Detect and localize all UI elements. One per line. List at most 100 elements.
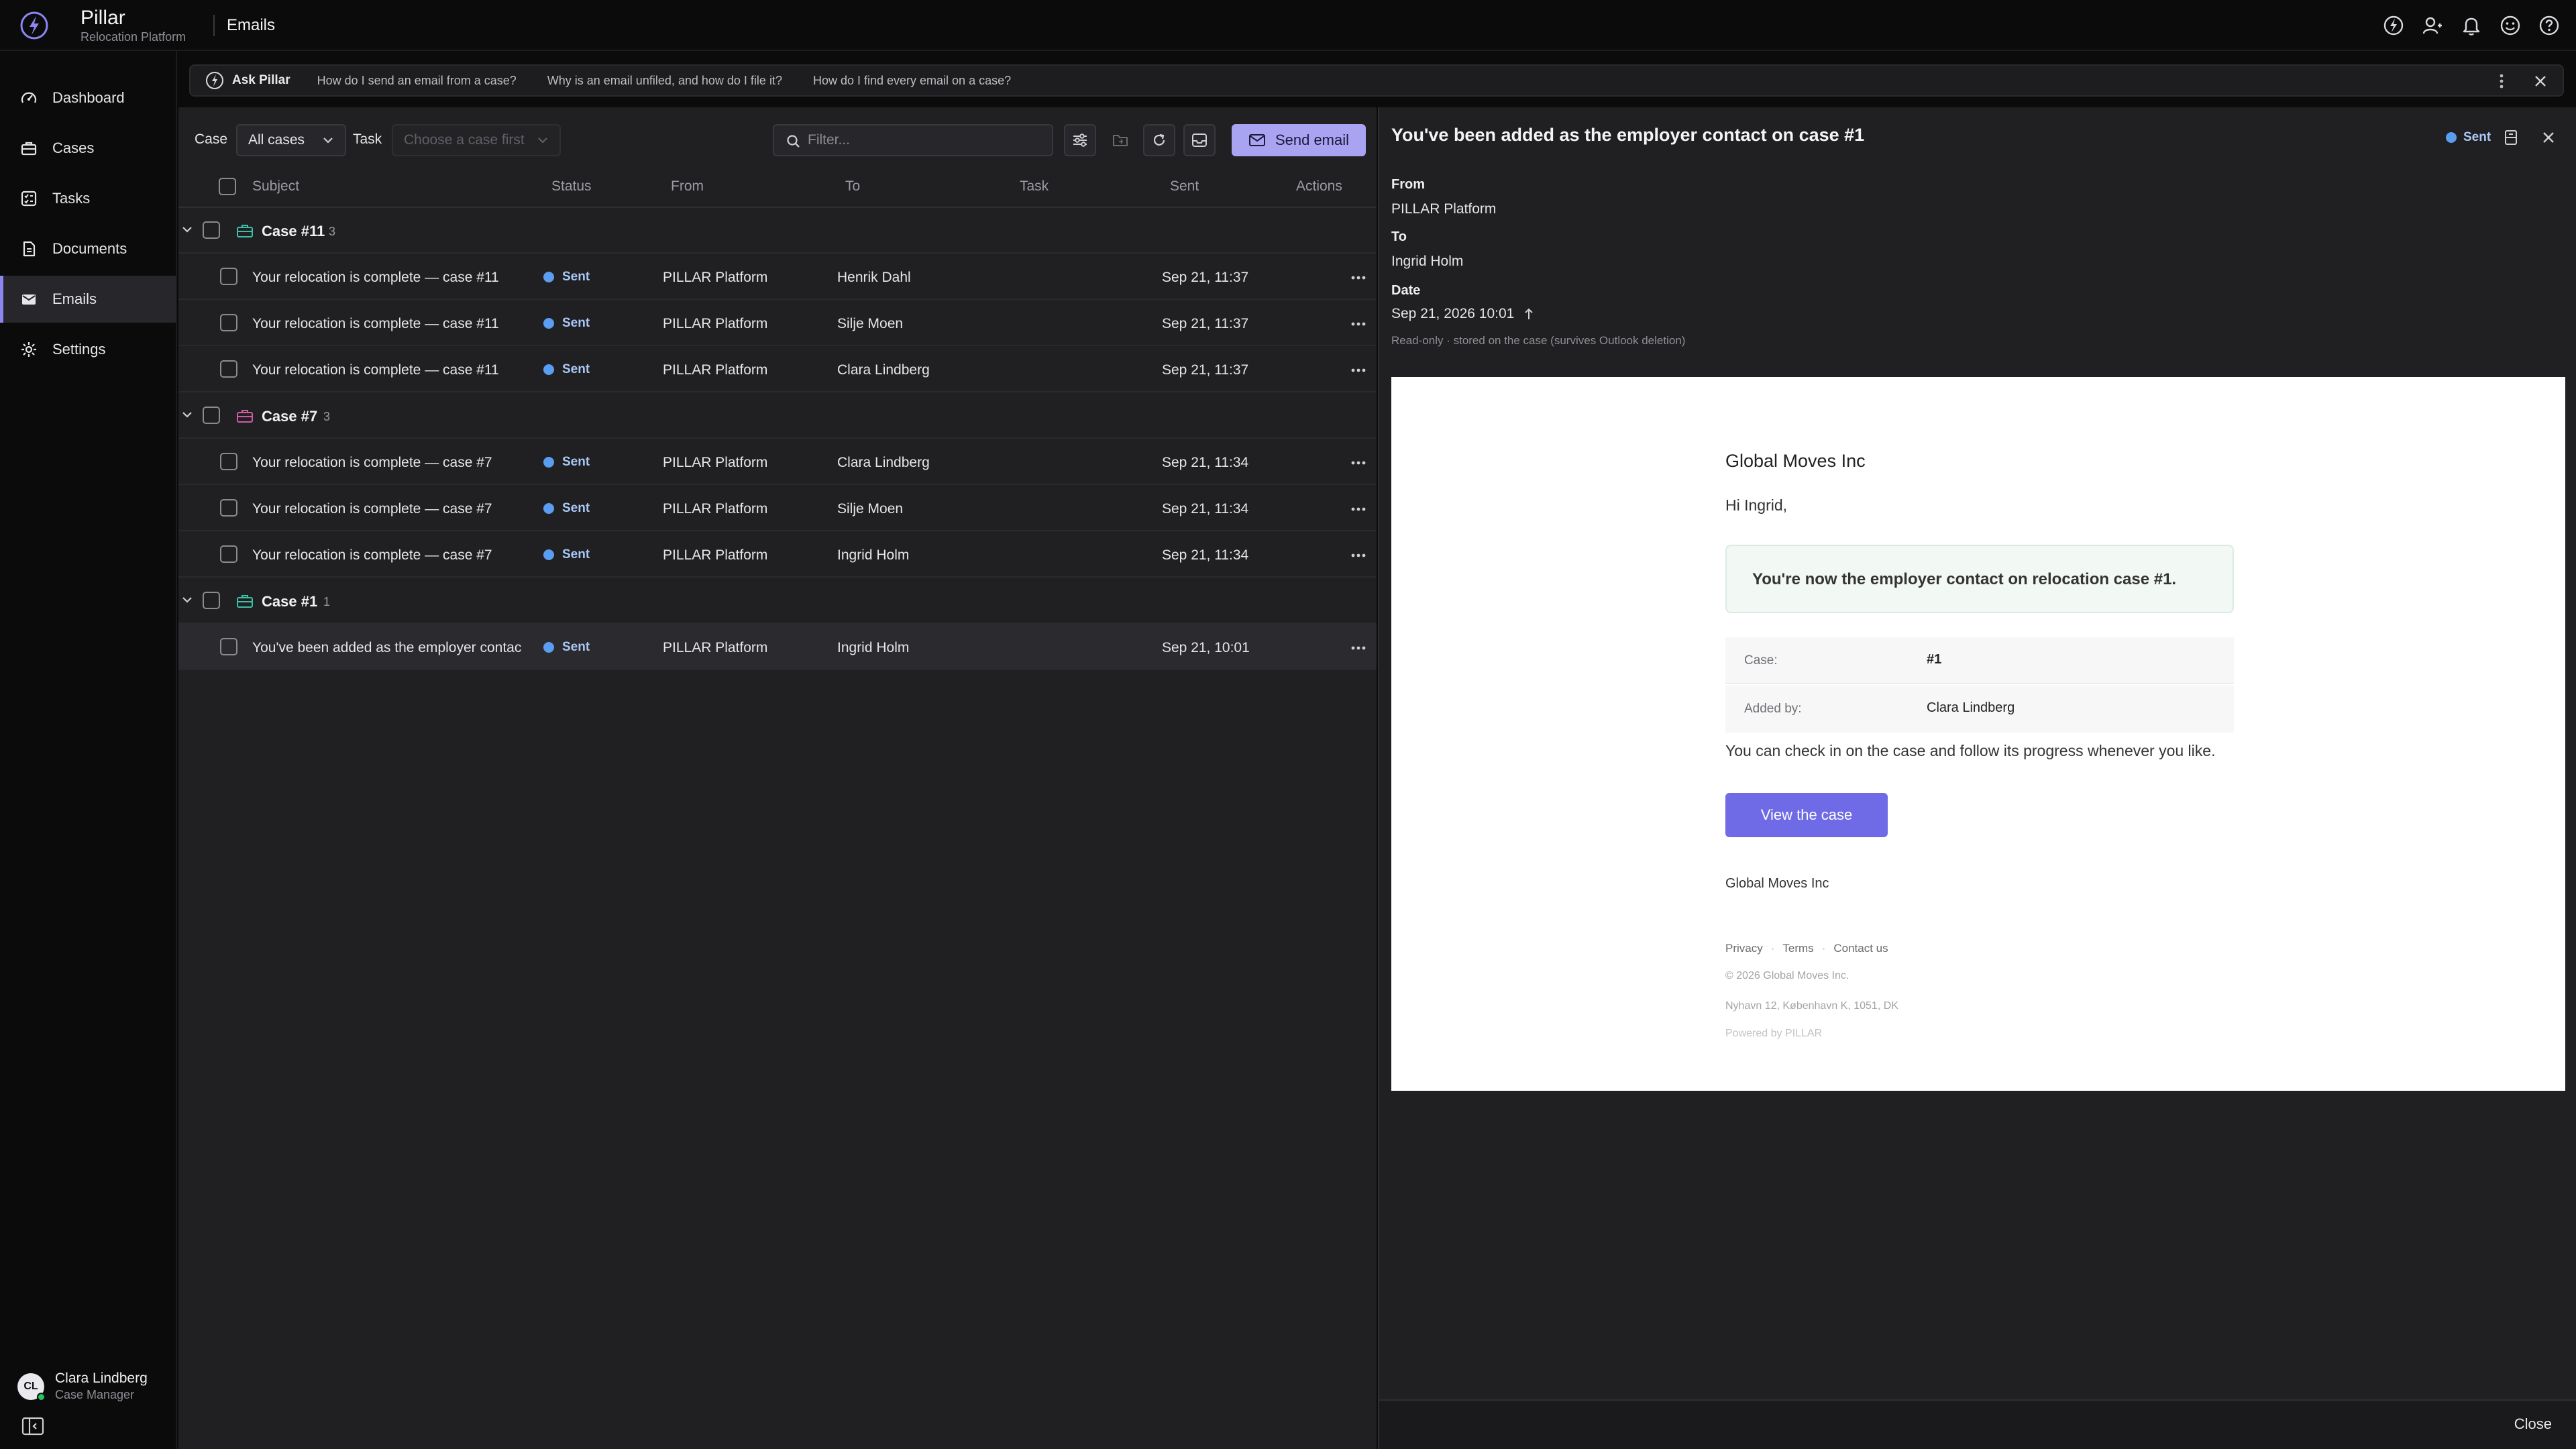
table-row[interactable]: You've been added as the employer contac…: [178, 624, 1377, 670]
column-header-status[interactable]: Status: [551, 178, 592, 195]
chevron-down-icon[interactable]: [181, 225, 193, 233]
email-subject: Your relocation is complete — case #11: [252, 316, 499, 331]
case-group-header[interactable]: Case #11 3: [178, 208, 1377, 254]
table-row[interactable]: Your relocation is complete — case #11 S…: [178, 346, 1377, 392]
column-header-from[interactable]: From: [671, 178, 704, 195]
email-info-key: Case:: [1744, 653, 1778, 667]
row-checkbox[interactable]: [220, 638, 237, 655]
send-email-button[interactable]: Send email: [1232, 124, 1366, 156]
task-select[interactable]: Choose a case first: [392, 124, 561, 156]
case-group-count: 1: [323, 595, 331, 608]
more-vertical-icon[interactable]: [2498, 72, 2505, 90]
email-greeting: Hi Ingrid,: [1725, 496, 1788, 514]
group-checkbox[interactable]: [203, 221, 220, 239]
sidebar-item-settings[interactable]: Settings: [0, 326, 176, 373]
table-header: Subject Status From To Task Sent Actions: [178, 165, 1377, 208]
chevron-down-icon[interactable]: [181, 596, 193, 604]
privacy-link[interactable]: Privacy: [1725, 942, 1763, 955]
table-row[interactable]: Your relocation is complete — case #11 S…: [178, 254, 1377, 300]
view-case-button[interactable]: View the case: [1725, 793, 1888, 837]
sidebar: Dashboard Cases Tasks Documents Emails S…: [0, 51, 177, 1449]
archive-icon[interactable]: [2504, 129, 2518, 146]
table-row[interactable]: Your relocation is complete — case #11 S…: [178, 300, 1377, 346]
status-text: Sent: [562, 270, 590, 284]
sidebar-item-emails[interactable]: Emails: [0, 276, 176, 323]
more-horizontal-icon[interactable]: [1351, 276, 1366, 280]
column-header-subject[interactable]: Subject: [252, 178, 299, 195]
more-horizontal-icon[interactable]: [1351, 322, 1366, 326]
contact-us-link[interactable]: Contact us: [1833, 942, 1888, 955]
ask-suggestion[interactable]: How do I send an email from a case?: [317, 74, 517, 88]
case-group-header[interactable]: Case #7 3: [178, 393, 1377, 439]
more-horizontal-icon[interactable]: [1351, 461, 1366, 465]
brand-subtitle: Relocation Platform: [80, 30, 186, 44]
row-checkbox[interactable]: [220, 314, 237, 331]
user-switch-icon[interactable]: [2420, 13, 2445, 38]
table-row[interactable]: Your relocation is complete — case #7 Se…: [178, 531, 1377, 578]
case-group-header[interactable]: Case #1 1: [178, 578, 1377, 624]
email-from: PILLAR Platform: [663, 455, 768, 470]
row-checkbox[interactable]: [220, 545, 237, 563]
briefcase-icon: [21, 142, 37, 156]
inbox-button[interactable]: [1183, 124, 1216, 156]
more-horizontal-icon[interactable]: [1351, 553, 1366, 557]
filter-input[interactable]: Filter...: [773, 124, 1053, 156]
pillar-assistant-icon[interactable]: [2381, 13, 2406, 38]
status-text: Sent: [562, 547, 590, 561]
status-badge: Sent: [543, 316, 590, 331]
group-checkbox[interactable]: [203, 592, 220, 609]
close-icon[interactable]: [2541, 130, 2556, 145]
filter-placeholder: Filter...: [808, 132, 851, 148]
column-header-task[interactable]: Task: [1020, 178, 1049, 195]
user-profile[interactable]: CL Clara Lindberg Case Manager: [17, 1371, 148, 1402]
status-dot: [543, 364, 554, 375]
email-preview: Global Moves Inc Hi Ingrid, You're now t…: [1391, 377, 2565, 1091]
table-row[interactable]: Your relocation is complete — case #7 Se…: [178, 439, 1377, 485]
more-horizontal-icon[interactable]: [1351, 646, 1366, 650]
table-row[interactable]: Your relocation is complete — case #7 Se…: [178, 485, 1377, 531]
row-checkbox[interactable]: [220, 360, 237, 378]
close-icon[interactable]: [2532, 72, 2549, 90]
row-checkbox[interactable]: [220, 499, 237, 517]
date-row: Sep 21, 2026 10:01: [1391, 306, 1534, 322]
close-button[interactable]: Close: [2514, 1415, 2552, 1433]
email-body-text: You can check in on the case and follow …: [1725, 742, 2216, 759]
file-email-button[interactable]: [1104, 124, 1136, 156]
column-header-sent[interactable]: Sent: [1170, 178, 1199, 195]
case-group-name: Case #7: [262, 408, 318, 425]
bell-icon[interactable]: [2459, 13, 2483, 38]
row-checkbox[interactable]: [220, 268, 237, 285]
status-text: Sent: [562, 362, 590, 376]
ask-suggestion[interactable]: How do I find every email on a case?: [813, 74, 1011, 88]
smiley-icon[interactable]: [2498, 13, 2522, 38]
sidebar-item-cases[interactable]: Cases: [0, 125, 176, 172]
email-to: Silje Moen: [837, 501, 904, 517]
help-icon[interactable]: [2537, 13, 2561, 38]
sidebar-collapse-icon[interactable]: [21, 1417, 44, 1436]
terms-link[interactable]: Terms: [1782, 942, 1813, 955]
case-select[interactable]: All cases: [236, 124, 346, 156]
refresh-button[interactable]: [1143, 124, 1175, 156]
sidebar-item-tasks[interactable]: Tasks: [0, 175, 176, 222]
inbox-icon: [1192, 133, 1207, 147]
pillar-logo-icon[interactable]: [20, 11, 48, 40]
ask-pillar-bar: Ask Pillar How do I send an email from a…: [189, 64, 2564, 97]
email-from: PILLAR Platform: [663, 501, 768, 517]
column-header-to[interactable]: To: [845, 178, 860, 195]
more-horizontal-icon[interactable]: [1351, 507, 1366, 511]
sidebar-item-documents[interactable]: Documents: [0, 225, 176, 272]
chevron-down-icon[interactable]: [181, 411, 193, 419]
more-horizontal-icon[interactable]: [1351, 368, 1366, 372]
row-checkbox[interactable]: [220, 453, 237, 470]
select-all-checkbox[interactable]: [219, 178, 236, 195]
email-sent-time: Sep 21, 11:34: [1162, 547, 1249, 563]
task-filter-label: Task: [353, 131, 382, 147]
group-checkbox[interactable]: [203, 407, 220, 424]
email-copyright: © 2026 Global Moves Inc.: [1725, 970, 1849, 981]
filter-settings-button[interactable]: [1064, 124, 1096, 156]
page-title: Emails: [227, 16, 276, 34]
sidebar-item-dashboard[interactable]: Dashboard: [0, 74, 176, 121]
ask-suggestion[interactable]: Why is an email unfiled, and how do I fi…: [547, 74, 782, 88]
dashboard-icon: [21, 92, 37, 103]
email-from: PILLAR Platform: [663, 270, 768, 285]
